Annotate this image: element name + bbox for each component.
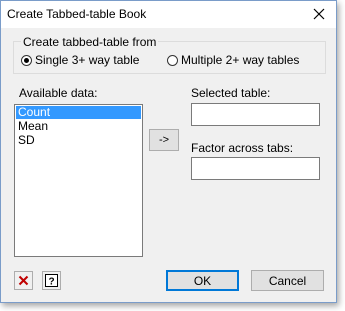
list-item-count[interactable]: Count <box>16 106 141 119</box>
radio-single-label: Single 3+ way table <box>35 53 140 67</box>
radio-single-3-way-table[interactable]: Single 3+ way table <box>21 53 139 67</box>
radio-multiple-label: Multiple 2+ way tables <box>181 53 300 67</box>
radio-button-unchecked[interactable] <box>167 54 178 66</box>
clear-icon <box>18 275 29 286</box>
create-from-group-label: Create tabbed-table from <box>21 35 159 49</box>
selected-table-field[interactable] <box>191 103 320 126</box>
selected-table-label: Selected table: <box>191 86 271 100</box>
radio-button-checked[interactable] <box>21 54 32 66</box>
clear-button[interactable] <box>14 271 33 290</box>
radio-multiple-2-way-tables[interactable]: Multiple 2+ way tables <box>167 53 299 67</box>
create-tabbed-table-dialog: Create Tabbed-table Book Create tabbed-t… <box>0 0 337 303</box>
close-icon <box>313 8 325 20</box>
list-item-sd[interactable]: SD <box>16 134 141 147</box>
help-icon: ? <box>45 274 58 287</box>
window-title: Create Tabbed-table Book <box>7 7 147 21</box>
close-button[interactable] <box>306 3 332 25</box>
available-data-listbox[interactable]: Count Mean SD <box>14 104 143 257</box>
svg-text:?: ? <box>48 277 54 288</box>
ok-button[interactable]: OK <box>166 270 239 291</box>
help-button[interactable]: ? <box>42 271 61 290</box>
list-item-mean[interactable]: Mean <box>16 120 141 133</box>
title-bar: Create Tabbed-table Book <box>1 1 336 28</box>
available-data-label: Available data: <box>19 86 98 100</box>
factor-across-tabs-field[interactable] <box>191 157 320 180</box>
transfer-arrow-button[interactable]: -> <box>149 129 179 151</box>
cancel-button[interactable]: Cancel <box>251 270 324 291</box>
factor-across-tabs-label: Factor across tabs: <box>191 141 294 155</box>
